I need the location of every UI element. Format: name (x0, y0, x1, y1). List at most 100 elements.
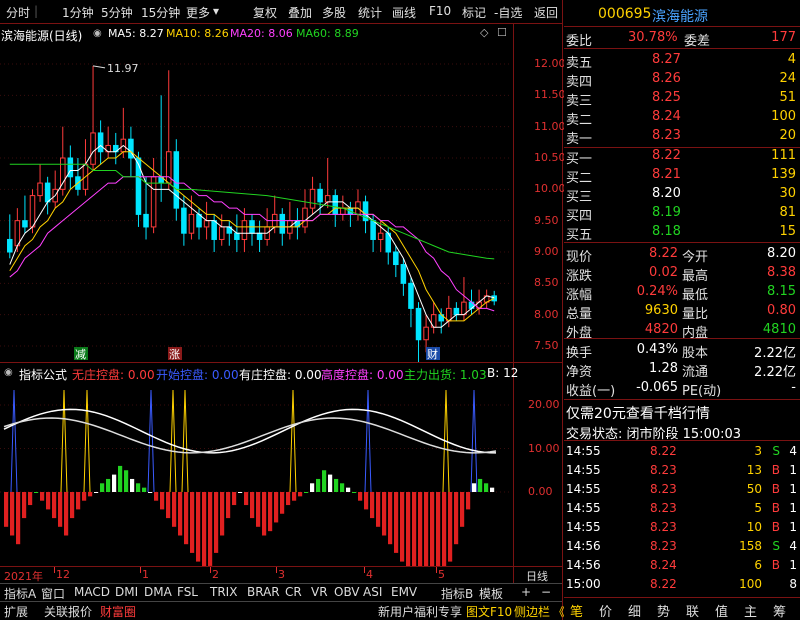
indicator-bar (82, 492, 87, 501)
tool-biaoji[interactable]: 标记 (462, 4, 486, 21)
bid-row[interactable]: 买五 8.18 15 (564, 222, 800, 243)
right-tab[interactable]: 笔 (570, 601, 583, 620)
tool-duogu[interactable]: 多股 (322, 4, 346, 21)
right-tab[interactable]: 细 (628, 601, 641, 620)
candlestick-chart[interactable]: 11.977.12减涨财 (0, 24, 512, 362)
indicator-tab[interactable]: EMV (391, 585, 417, 599)
tool-more[interactable]: 更多 (186, 4, 210, 21)
indicator-tab[interactable]: MACD (74, 585, 110, 599)
indicator-tab[interactable]: TRIX (210, 585, 237, 599)
candle[interactable] (22, 195, 28, 234)
candle[interactable] (211, 214, 217, 252)
candle[interactable] (324, 158, 331, 209)
tick-volume: 5 (754, 501, 762, 515)
bid-row[interactable]: 买一 8.22 111 (564, 146, 800, 167)
ask-row[interactable]: 卖一 8.23 20 (564, 126, 800, 147)
tool-tongji[interactable]: 统计 (358, 4, 382, 21)
candle[interactable] (37, 164, 43, 202)
candle[interactable] (249, 214, 255, 246)
candle[interactable] (82, 139, 89, 196)
right-tab[interactable]: 筹 (773, 601, 786, 620)
candle[interactable] (415, 302, 422, 362)
candle[interactable] (309, 176, 316, 215)
tick-count: 1 (789, 558, 797, 572)
tool-1min[interactable]: 1分钟 (62, 4, 94, 21)
tool-15min[interactable]: 15分钟 (141, 4, 180, 21)
candle[interactable] (120, 107, 127, 158)
promo-row[interactable]: 仅需20元查看千档行情 (564, 401, 800, 422)
indicator-tab[interactable]: − (541, 585, 551, 599)
tool-zixuan[interactable]: -自选 (494, 4, 522, 21)
indicator-bar (394, 492, 399, 553)
indicator-tab[interactable]: FSL (177, 585, 198, 599)
ask-row[interactable]: 卖四 8.26 24 (564, 69, 800, 90)
candle[interactable] (226, 220, 233, 246)
right-tab[interactable]: 势 (657, 601, 670, 620)
promo-link[interactable]: 新用户福利专享 (378, 603, 462, 620)
tool-f10[interactable]: F10 (429, 4, 451, 18)
tab-sidebar[interactable]: 侧边栏 (514, 603, 550, 620)
candle[interactable] (52, 170, 58, 209)
indicator-tab[interactable]: OBV (334, 585, 360, 599)
candle[interactable] (294, 208, 301, 240)
indicator-tab[interactable]: DMA (144, 585, 172, 599)
candle[interactable] (112, 132, 119, 165)
bid-row[interactable]: 买四 8.19 81 (564, 203, 800, 224)
candle[interactable] (67, 145, 74, 190)
indicator-tab[interactable]: 指标A (4, 585, 36, 602)
candle[interactable] (423, 314, 429, 353)
candle[interactable] (491, 290, 497, 306)
candle[interactable] (135, 151, 142, 227)
indicator-chart[interactable] (0, 380, 512, 566)
tab-expand[interactable]: 扩展 (4, 603, 28, 620)
indicator-tab[interactable]: VR (311, 585, 328, 599)
tab-f10-text[interactable]: 图文F10 (466, 603, 512, 620)
candle[interactable] (302, 189, 308, 234)
candle[interactable] (75, 158, 81, 196)
candle[interactable] (430, 302, 437, 334)
bid-row[interactable]: 买三 8.20 30 (564, 184, 800, 205)
indicator-tab[interactable]: 指标B (441, 585, 473, 602)
right-tab[interactable]: 主 (744, 601, 757, 620)
indicator-tab[interactable]: CR (285, 585, 302, 599)
indicator-collapse-icon[interactable]: ◉ (4, 367, 13, 378)
bid-row[interactable]: 买二 8.21 139 (564, 165, 800, 186)
tab-related-quote[interactable]: 关联报价 (44, 603, 92, 620)
tool-fuquan[interactable]: 复权 (253, 4, 277, 21)
right-tab[interactable]: 值 (715, 601, 728, 620)
right-tab[interactable]: 联 (686, 601, 699, 620)
candle[interactable] (256, 220, 263, 252)
candle[interactable] (165, 70, 172, 190)
stat-value: 0.43% (636, 342, 678, 357)
candle[interactable] (483, 289, 490, 309)
tool-huaxian[interactable]: 画线 (392, 4, 416, 21)
indicator-tab[interactable]: 窗口 (41, 585, 65, 602)
candle[interactable] (97, 120, 104, 165)
candle[interactable] (105, 126, 111, 158)
ask-row[interactable]: 卖二 8.24 100 (564, 107, 800, 128)
tool-back[interactable]: 返回 (534, 4, 558, 21)
candle[interactable] (355, 189, 361, 221)
candle[interactable] (173, 139, 180, 221)
tool-fenshi[interactable]: 分时 (6, 4, 30, 21)
candle[interactable] (44, 176, 51, 215)
ask-row[interactable]: 卖五 8.27 4 (564, 50, 800, 71)
right-tab[interactable]: 价 (599, 601, 612, 620)
candle[interactable] (143, 176, 149, 240)
indicator-tab[interactable]: 模板 (479, 585, 503, 602)
tool-5min[interactable]: 5分钟 (101, 4, 133, 21)
ask-row[interactable]: 卖三 8.25 51 (564, 88, 800, 109)
indicator-tab[interactable]: BRAR (247, 585, 280, 599)
indicator-tab[interactable]: + (521, 585, 531, 599)
indicator-tab[interactable]: DMI (115, 585, 138, 599)
period-label[interactable]: 日线 (526, 568, 548, 584)
candle[interactable] (453, 302, 460, 321)
candle[interactable] (158, 95, 164, 202)
candle[interactable] (408, 277, 414, 328)
candle[interactable] (393, 245, 399, 278)
tool-diejia[interactable]: 叠加 (288, 4, 312, 21)
indicator-tab[interactable]: ASI (363, 585, 382, 599)
candle[interactable] (400, 258, 407, 296)
more-dropdown-icon[interactable]: ▾ (213, 4, 219, 18)
tab-wealth-circle[interactable]: 财富圈 (100, 603, 136, 620)
